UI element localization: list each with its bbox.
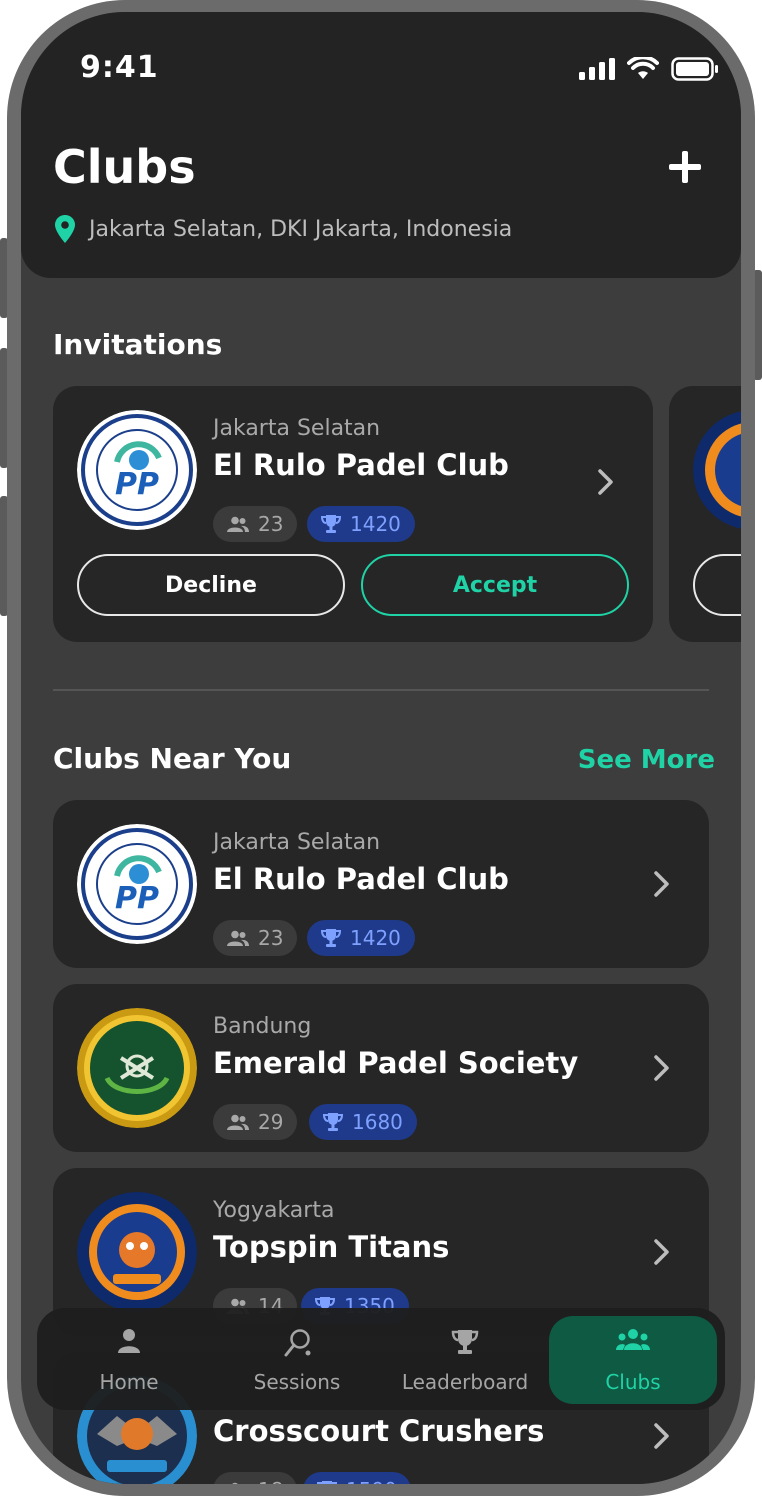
chevron-right-icon[interactable] — [653, 1422, 671, 1450]
members-badge: 18 — [213, 1472, 298, 1484]
club-card[interactable]: PP Jakarta Selatan El Rulo Padel Club 23 — [53, 800, 709, 968]
tab-label: Sessions — [253, 1370, 341, 1394]
location-row[interactable]: Jakarta Selatan, DKI Jakarta, Indonesia — [55, 215, 512, 243]
decline-button[interactable]: Decline — [77, 554, 345, 616]
score-badge: 1420 — [307, 506, 415, 542]
person-icon — [118, 1329, 140, 1353]
trophy-icon — [323, 1113, 343, 1131]
score-value: 1680 — [352, 1110, 403, 1134]
location-pin-icon — [55, 215, 75, 243]
tab-leaderboard[interactable]: Leaderboard — [381, 1308, 549, 1410]
trophy-icon — [321, 929, 341, 947]
club-name: Topspin Titans — [213, 1230, 450, 1264]
club-city: Jakarta Selatan — [213, 416, 381, 441]
tab-home[interactable]: Home — [45, 1308, 213, 1410]
status-icons — [579, 56, 719, 82]
signal-icon — [579, 58, 615, 80]
members-count: 29 — [258, 1110, 284, 1134]
tab-label: Clubs — [605, 1370, 661, 1394]
chevron-right-icon[interactable] — [653, 870, 671, 898]
members-count: 23 — [258, 926, 284, 950]
chevron-right-icon[interactable] — [653, 1054, 671, 1082]
members-icon — [227, 1114, 249, 1130]
chevron-right-icon[interactable] — [653, 1238, 671, 1266]
trophy-icon — [451, 1330, 479, 1354]
club-name: El Rulo Padel Club — [213, 862, 509, 896]
members-icon — [232, 1482, 238, 1484]
club-city: Bandung — [213, 1014, 312, 1039]
club-name: El Rulo Padel Club — [213, 448, 509, 482]
racket-icon — [284, 1329, 311, 1357]
club-city: Yogyakarta — [213, 1198, 335, 1223]
add-club-button[interactable] — [665, 147, 705, 187]
score-value: 1590 — [346, 1478, 397, 1484]
nearby-title: Clubs Near You — [53, 742, 292, 775]
accept-button[interactable]: Accept — [361, 554, 629, 616]
trophy-icon — [321, 515, 341, 533]
status-time: 9:41 — [80, 50, 159, 85]
club-logo — [77, 1008, 197, 1128]
see-more-link[interactable]: See More — [578, 745, 715, 775]
location-text: Jakarta Selatan, DKI Jakarta, Indonesia — [89, 216, 513, 242]
members-count: 23 — [258, 512, 284, 536]
club-card[interactable]: Bandung Emerald Padel Society 29 1680 — [53, 984, 709, 1152]
invitation-card-next[interactable] — [669, 386, 741, 642]
club-logo — [693, 410, 741, 530]
club-logo: PP — [77, 410, 197, 530]
trophy-icon — [317, 1481, 337, 1484]
tab-sessions[interactable]: Sessions — [213, 1308, 381, 1410]
svg-text:PP: PP — [115, 881, 159, 916]
page-title: Clubs — [53, 140, 196, 194]
members-badge: 29 — [213, 1104, 298, 1140]
club-city: Jakarta Selatan — [213, 830, 381, 855]
decline-button-next[interactable] — [693, 554, 741, 616]
svg-text:PP: PP — [115, 467, 159, 502]
invitation-card[interactable]: PP Jakarta Selatan El Rulo Padel Club 23 — [53, 386, 653, 642]
score-value: 1420 — [350, 926, 401, 950]
tab-label: Leaderboard — [401, 1370, 529, 1394]
group-icon — [616, 1329, 650, 1350]
members-count: 18 — [258, 1478, 283, 1484]
members-badge: 23 — [213, 920, 298, 956]
wifi-icon — [627, 57, 659, 79]
battery-icon — [671, 57, 718, 81]
tab-label: Home — [99, 1370, 159, 1394]
tab-clubs[interactable]: Clubs — [549, 1316, 717, 1404]
club-name: Emerald Padel Society — [213, 1046, 579, 1080]
phone-frame: 9:41 Clubs Jakarta Selatan, DKI Jakarta,… — [7, 0, 755, 1496]
score-badge: 1590 — [303, 1472, 411, 1484]
chevron-right-icon[interactable] — [597, 468, 615, 496]
tab-bar: Home Sessions Leaderboard Clubs — [37, 1308, 725, 1410]
score-badge: 1680 — [309, 1104, 417, 1140]
members-icon — [227, 930, 249, 946]
section-divider — [53, 689, 709, 691]
score-badge: 1420 — [307, 920, 415, 956]
club-name: Crosscourt Crushers — [213, 1414, 545, 1448]
members-icon — [227, 516, 249, 532]
club-logo: PP — [77, 824, 197, 944]
score-value: 1420 — [350, 512, 401, 536]
invitations-title: Invitations — [53, 328, 223, 361]
screen: 9:41 Clubs Jakarta Selatan, DKI Jakarta,… — [21, 12, 741, 1484]
header: 9:41 Clubs Jakarta Selatan, DKI Jakarta,… — [21, 12, 741, 278]
club-logo — [77, 1192, 197, 1312]
members-badge: 23 — [213, 506, 298, 542]
